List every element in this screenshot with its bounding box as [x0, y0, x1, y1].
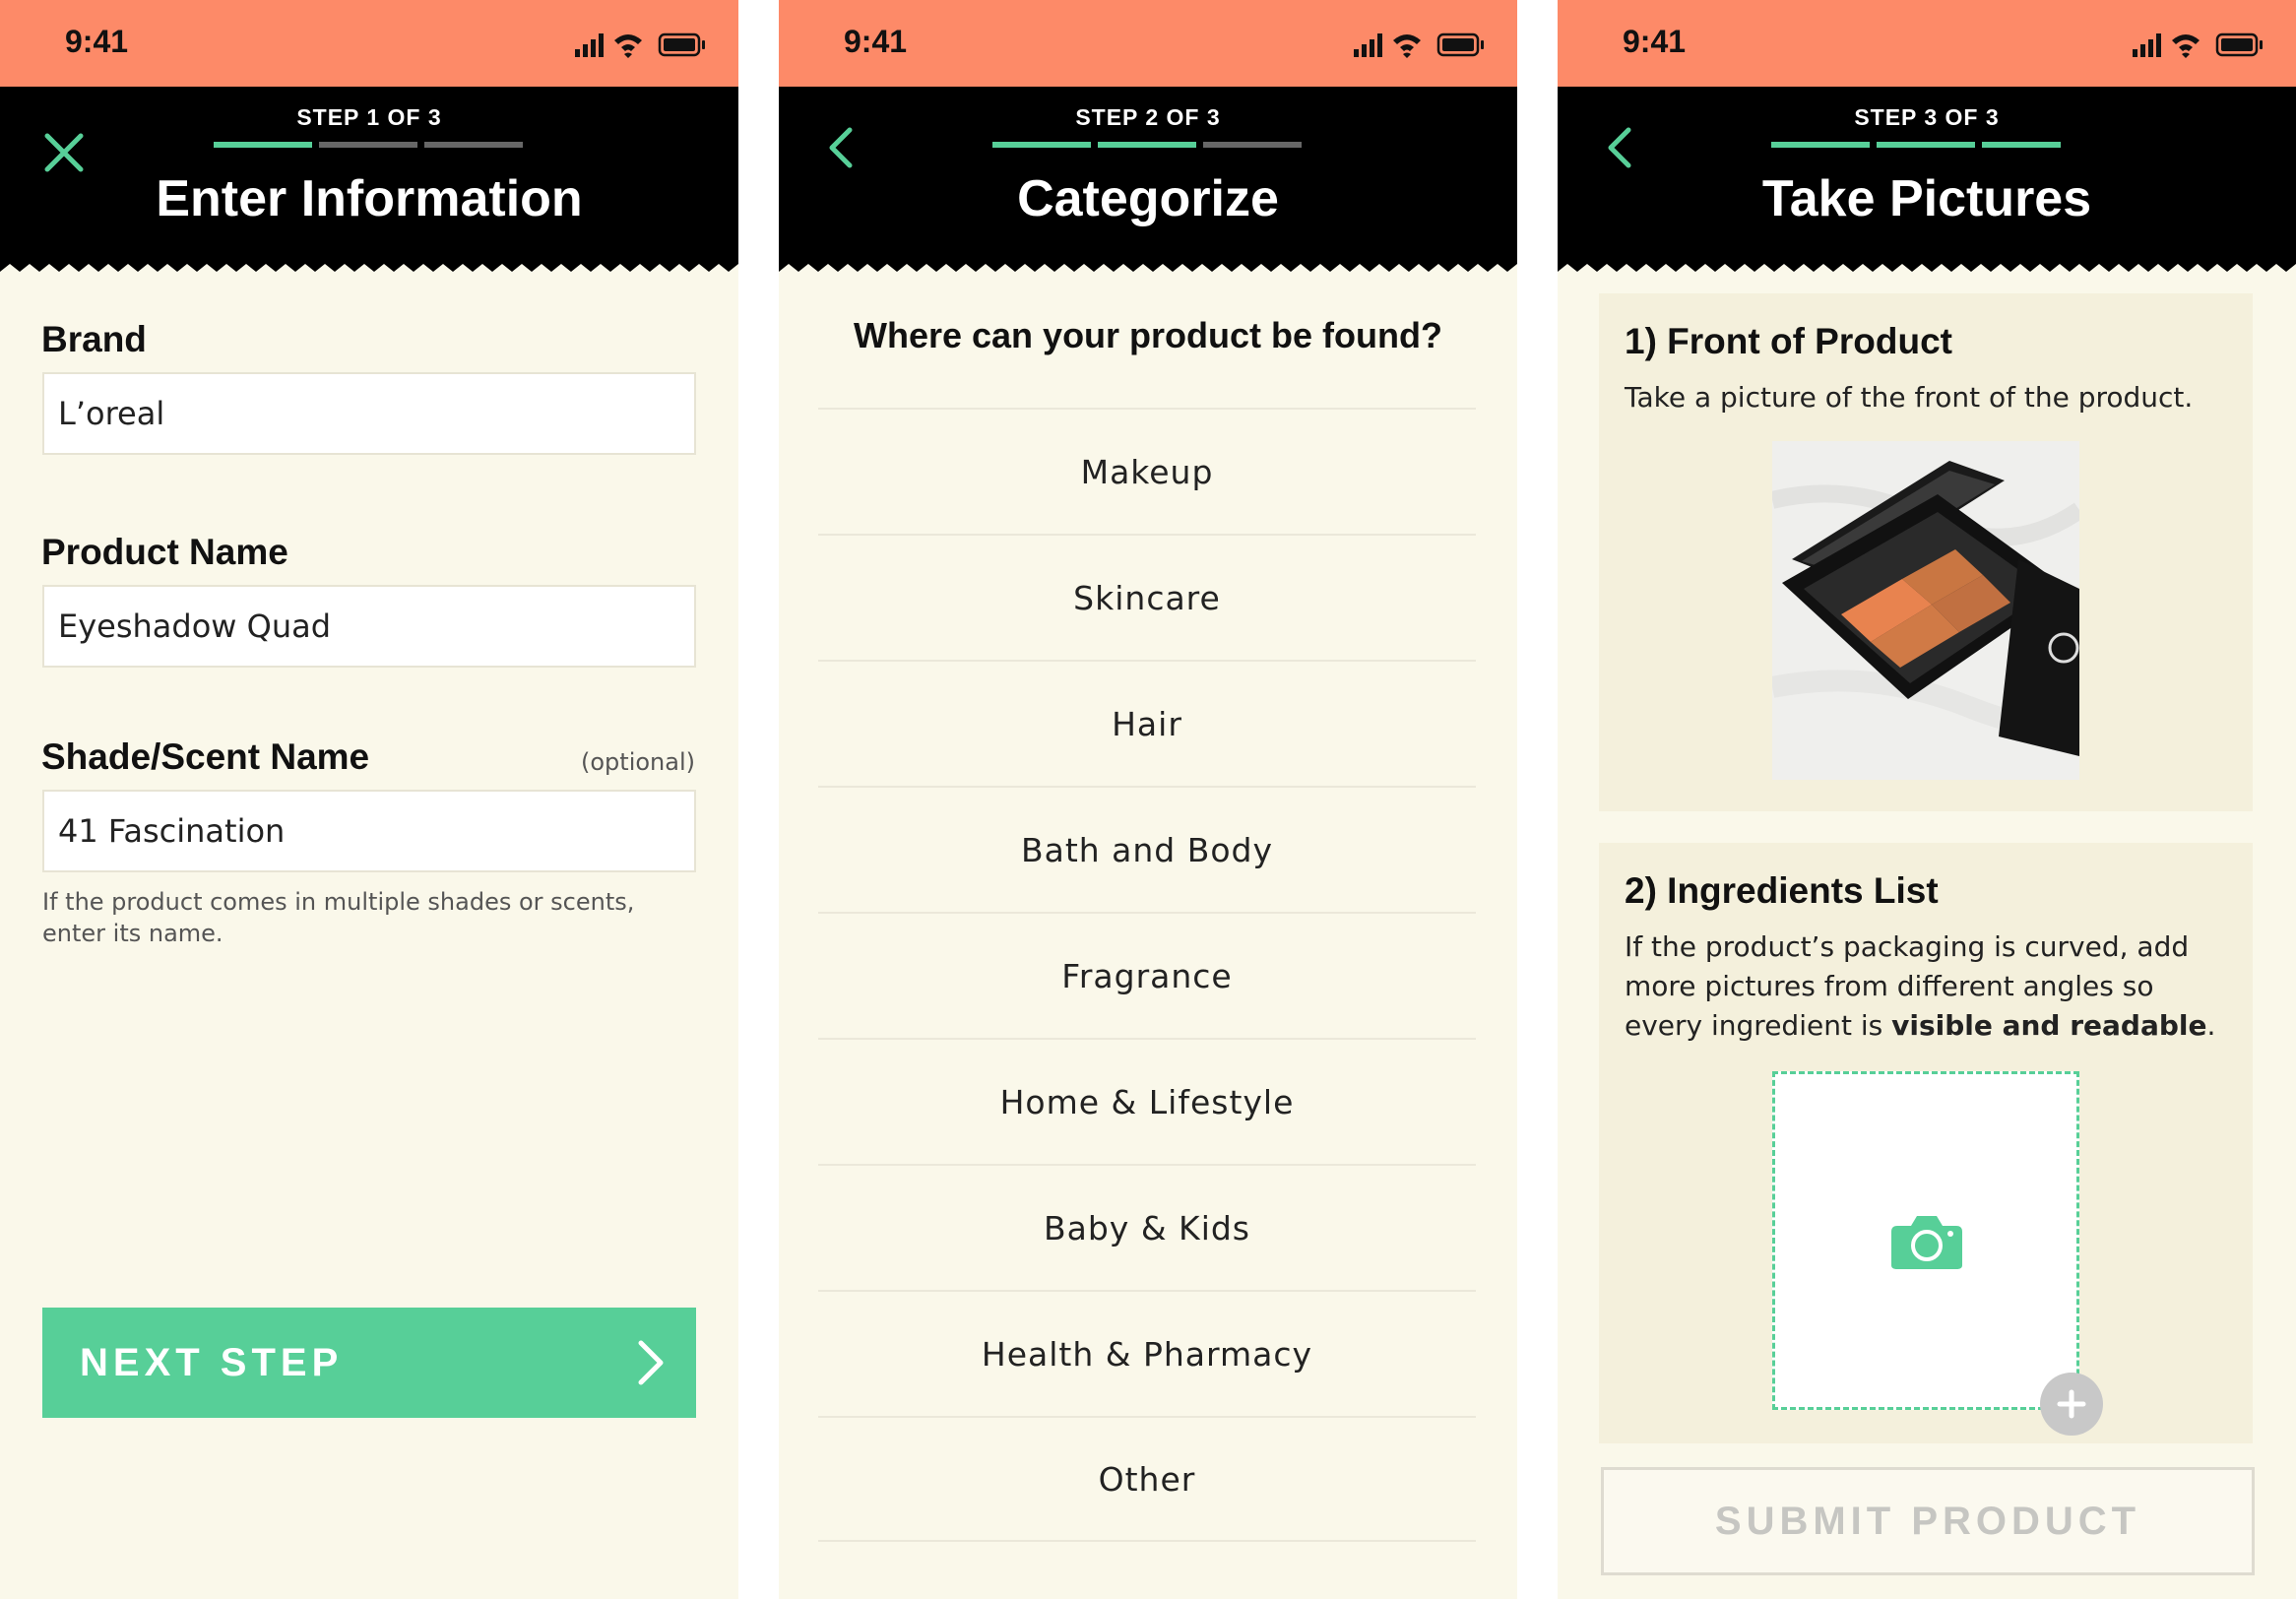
- optional-note: (optional): [581, 748, 695, 776]
- category-item-other[interactable]: Other: [818, 1416, 1476, 1542]
- add-photo-button[interactable]: [2040, 1373, 2103, 1436]
- product-photo[interactable]: [1772, 441, 2079, 780]
- brand-label: Brand: [41, 319, 147, 359]
- ingredients-title: 2) Ingredients List: [1625, 870, 1939, 911]
- product-name-label: Product Name: [41, 532, 288, 572]
- header-zigzag-edge: [0, 258, 738, 272]
- plus-icon: [2057, 1389, 2086, 1419]
- ingredients-desc-end: .: [2206, 1009, 2216, 1042]
- shade-field[interactable]: [42, 790, 696, 872]
- screen-enter-information: 9:41 STEP 1 OF 3 Enter Information Brand…: [0, 0, 738, 1599]
- signal-icon: [2133, 49, 2137, 57]
- brand-field[interactable]: [42, 372, 696, 455]
- wifi-icon: [614, 34, 642, 58]
- header-zigzag-edge: [779, 258, 1517, 272]
- screen-take-pictures: 9:41 STEP 3 OF 3 Take Pictures 1) Front …: [1558, 0, 2296, 1599]
- eyeshadow-photo-image: [1772, 441, 2079, 780]
- camera-icon: [1891, 1216, 1962, 1269]
- ingredients-photo-card: 2) Ingredients List If the product’s pac…: [1599, 843, 2253, 1443]
- status-icons: [1354, 32, 1484, 58]
- progress-segment: [1203, 142, 1302, 148]
- progress-bar: [214, 142, 523, 148]
- category-item-fragrance[interactable]: Fragrance: [818, 912, 1476, 1038]
- status-bar: 9:41: [779, 0, 1517, 87]
- progress-segment: [1771, 142, 1870, 148]
- progress-bar: [992, 142, 1302, 148]
- category-item-home-lifestyle[interactable]: Home & Lifestyle: [818, 1038, 1476, 1164]
- status-icons: [575, 32, 705, 58]
- status-time: 9:41: [844, 24, 908, 59]
- step-label: STEP 1 OF 3: [296, 104, 442, 130]
- chevron-right-icon: [638, 1340, 664, 1385]
- status-bar: 9:41: [0, 0, 738, 87]
- category-question: Where can your product be found?: [853, 315, 1442, 355]
- category-item-makeup[interactable]: Makeup: [818, 408, 1476, 534]
- next-step-button[interactable]: NEXT STEP: [42, 1308, 696, 1418]
- shade-label: Shade/Scent Name: [41, 736, 370, 777]
- front-photo-title: 1) Front of Product: [1625, 321, 1952, 361]
- shade-hint: If the product comes in multiple shades …: [42, 888, 635, 947]
- progress-bar: [1771, 142, 2080, 148]
- ingredients-desc: If the product’s packaging is curved, ad…: [1625, 927, 2235, 1046]
- category-list: Makeup Skincare Hair Bath and Body Fragr…: [818, 408, 1476, 1542]
- page-title: Enter Information: [156, 170, 583, 227]
- progress-segment: [1098, 142, 1196, 148]
- ingredients-upload-box[interactable]: [1772, 1071, 2079, 1410]
- signal-icon: [1354, 49, 1359, 57]
- progress-segment: [424, 142, 523, 148]
- header: STEP 2 OF 3 Categorize: [779, 87, 1517, 264]
- category-item-skincare[interactable]: Skincare: [818, 534, 1476, 660]
- progress-segment: [214, 142, 312, 148]
- ingredients-desc-emphasis: visible and readable: [1891, 1009, 2207, 1042]
- signal-icon: [575, 49, 580, 57]
- page-title: Categorize: [1017, 170, 1279, 227]
- submit-product-button[interactable]: SUBMIT PRODUCT: [1601, 1467, 2255, 1575]
- status-icons: [2133, 32, 2263, 58]
- header: STEP 3 OF 3 Take Pictures: [1558, 87, 2296, 264]
- progress-segment: [1982, 142, 2061, 148]
- product-name-field[interactable]: [42, 585, 696, 668]
- step-label: STEP 3 OF 3: [1854, 104, 2000, 130]
- category-item-health-pharmacy[interactable]: Health & Pharmacy: [818, 1290, 1476, 1416]
- category-item-hair[interactable]: Hair: [818, 660, 1476, 786]
- category-item-baby-kids[interactable]: Baby & Kids: [818, 1164, 1476, 1290]
- wifi-icon: [1393, 34, 1421, 58]
- status-bar: 9:41: [1558, 0, 2296, 87]
- category-item-bath-and-body[interactable]: Bath and Body: [818, 786, 1476, 912]
- front-photo-desc: Take a picture of the front of the produ…: [1625, 381, 2194, 414]
- header: STEP 1 OF 3 Enter Information: [0, 87, 738, 264]
- progress-segment: [1877, 142, 1975, 148]
- status-time: 9:41: [1623, 24, 1687, 59]
- screen-categorize: 9:41 STEP 2 OF 3 Categorize Where can yo…: [779, 0, 1517, 1599]
- status-time: 9:41: [65, 24, 129, 59]
- progress-segment: [319, 142, 417, 148]
- progress-segment: [992, 142, 1091, 148]
- step-label: STEP 2 OF 3: [1075, 104, 1221, 130]
- header-zigzag-edge: [1558, 258, 2296, 272]
- next-step-label: NEXT STEP: [80, 1341, 344, 1384]
- front-photo-card: 1) Front of Product Take a picture of th…: [1599, 293, 2253, 811]
- wifi-icon: [2172, 34, 2200, 58]
- page-title: Take Pictures: [1761, 170, 2092, 227]
